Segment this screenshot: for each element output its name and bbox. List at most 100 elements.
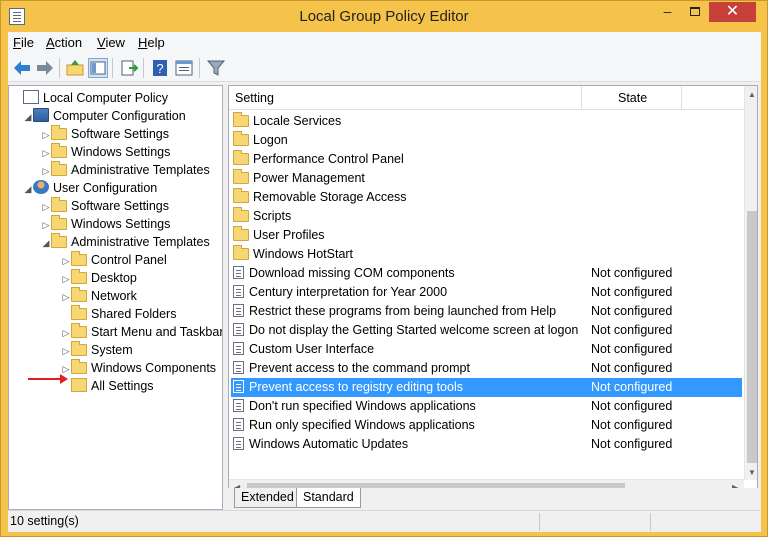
policy-icon: [23, 90, 39, 104]
menu-view[interactable]: View: [97, 35, 125, 50]
properties-icon[interactable]: [174, 58, 194, 78]
tree-node[interactable]: ▷ Software Settings: [41, 125, 169, 143]
setting-row[interactable]: Windows Automatic Updates Not configured: [231, 435, 742, 454]
tree-node[interactable]: ◢ Administrative Templates: [41, 233, 210, 251]
client-area: File Action View Help ? Local Computer P…: [8, 32, 761, 532]
toolbar: ?: [8, 54, 761, 82]
folder-row[interactable]: Performance Control Panel: [231, 150, 742, 169]
tree-node-label: Start Menu and Taskbar: [91, 325, 223, 339]
setting-row-name: Run only specified Windows applications: [233, 416, 475, 435]
vertical-scrollbar[interactable]: ▲ ▼: [744, 86, 757, 480]
tree-pane[interactable]: Local Computer Policy ◢ Computer Configura…: [8, 85, 223, 510]
setting-row[interactable]: Prevent access to the command prompt Not …: [231, 359, 742, 378]
settings-list-pane[interactable]: Setting State Locale Services Logon Perfor…: [228, 85, 758, 510]
export-list-icon[interactable]: [119, 58, 139, 78]
setting-name: Restrict these programs from being launc…: [249, 304, 557, 318]
column-header-setting[interactable]: Setting: [235, 91, 274, 105]
folder-name: User Profiles: [253, 228, 325, 242]
toolbar-separator: [199, 58, 200, 78]
tree-expander-icon[interactable]: ▷: [41, 198, 51, 216]
tree-node[interactable]: ▷ Windows Settings: [41, 143, 170, 161]
scroll-down-arrow-icon[interactable]: ▼: [748, 468, 756, 477]
tree-node[interactable]: ▷ Windows Settings: [41, 215, 170, 233]
tab-standard[interactable]: Standard: [296, 488, 361, 508]
setting-row[interactable]: Download missing COM components Not confi…: [231, 264, 742, 283]
up-folder-icon[interactable]: [65, 58, 85, 78]
tree-node[interactable]: Shared Folders: [61, 305, 176, 323]
setting-row[interactable]: Don't run specified Windows applications…: [231, 397, 742, 416]
setting-row[interactable]: Run only specified Windows applications N…: [231, 416, 742, 435]
status-separator: [650, 513, 651, 531]
tree-expander-icon[interactable]: ◢: [23, 108, 33, 126]
status-text: 10 setting(s): [10, 514, 79, 528]
tree-expander-icon[interactable]: ▷: [61, 342, 71, 360]
menu-help[interactable]: Help: [138, 35, 165, 50]
tree-node[interactable]: ▷ System: [61, 341, 133, 359]
column-separator[interactable]: [681, 86, 682, 110]
folder-icon: [51, 233, 67, 248]
title-bar[interactable]: Local Group Policy Editor – ✕: [1, 1, 767, 32]
tree-expander-icon[interactable]: ▷: [41, 216, 51, 234]
setting-row[interactable]: Century interpretation for Year 2000 Not …: [231, 283, 742, 302]
folder-name: Windows HotStart: [253, 247, 354, 261]
tree-node[interactable]: ▷ Windows Components: [61, 359, 216, 377]
setting-row[interactable]: Custom User Interface Not configured: [231, 340, 742, 359]
folder-row-name: Windows HotStart: [233, 245, 353, 264]
vertical-scroll-thumb[interactable]: [747, 211, 757, 463]
setting-row-name: Prevent access to registry editing tools: [233, 378, 463, 397]
folder-row[interactable]: Windows HotStart: [231, 245, 742, 264]
folder-icon: [71, 287, 87, 302]
folder-row[interactable]: Locale Services: [231, 112, 742, 131]
tree-node[interactable]: ▷ Software Settings: [41, 197, 169, 215]
forward-icon[interactable]: [35, 58, 55, 78]
folder-row-name: Removable Storage Access: [233, 188, 407, 207]
folder-row[interactable]: Removable Storage Access: [231, 188, 742, 207]
folder-row[interactable]: Logon: [231, 131, 742, 150]
tree-expander-icon[interactable]: ▷: [61, 252, 71, 270]
menu-action[interactable]: Action: [46, 35, 82, 50]
tree-expander-icon[interactable]: ▷: [41, 144, 51, 162]
filter-icon[interactable]: [206, 58, 226, 78]
tree-expander-icon[interactable]: ◢: [41, 234, 51, 252]
tree-expander-icon[interactable]: ▷: [41, 126, 51, 144]
column-header-state[interactable]: State: [618, 91, 647, 105]
show-hide-tree-icon[interactable]: [88, 58, 108, 78]
folder-row[interactable]: User Profiles: [231, 226, 742, 245]
setting-name: Windows Automatic Updates: [249, 437, 409, 451]
tree-expander-icon[interactable]: ◢: [23, 180, 33, 198]
tree-node[interactable]: ▷ Start Menu and Taskbar: [61, 323, 223, 342]
back-icon[interactable]: [12, 58, 32, 78]
tab-extended[interactable]: Extended: [234, 488, 301, 508]
tree-node[interactable]: ◢ User Configuration: [23, 179, 157, 197]
tree-node[interactable]: ◢ Computer Configuration: [23, 107, 186, 125]
tree-node-label: Administrative Templates: [71, 163, 210, 177]
tree-expander-icon[interactable]: ▷: [41, 162, 51, 180]
tree-node[interactable]: Local Computer Policy: [13, 89, 168, 107]
column-separator[interactable]: [581, 86, 582, 110]
tree-expander-icon[interactable]: ▷: [61, 288, 71, 306]
menu-file[interactable]: File: [13, 35, 34, 50]
setting-row[interactable]: Prevent access to registry editing tools…: [231, 378, 742, 397]
folder-icon: [233, 112, 249, 127]
setting-row[interactable]: Restrict these programs from being launc…: [231, 302, 742, 321]
folder-row[interactable]: Power Management: [231, 169, 742, 188]
folder-icon: [233, 226, 249, 241]
setting-row-name: Do not display the Getting Started welco…: [233, 321, 578, 340]
tree-node[interactable]: ▷ Control Panel: [61, 251, 167, 269]
setting-name: Do not display the Getting Started welco…: [249, 323, 579, 337]
tree-node[interactable]: ▷ Administrative Templates: [41, 161, 210, 179]
maximize-icon: [689, 7, 700, 16]
tree-expander-icon[interactable]: ▷: [61, 324, 71, 342]
minimize-button[interactable]: –: [654, 2, 681, 22]
setting-row[interactable]: Do not display the Getting Started welco…: [231, 321, 742, 340]
maximize-button[interactable]: [681, 2, 708, 22]
tree-expander-icon[interactable]: ▷: [61, 270, 71, 288]
scroll-up-arrow-icon[interactable]: ▲: [748, 90, 756, 99]
folder-row[interactable]: Scripts: [231, 207, 742, 226]
tree-node[interactable]: All Settings: [61, 377, 154, 395]
policy-setting-icon: [233, 266, 244, 279]
close-button[interactable]: ✕: [709, 2, 756, 22]
help-icon[interactable]: ?: [150, 58, 170, 78]
tree-node[interactable]: ▷ Desktop: [61, 269, 137, 287]
tree-node[interactable]: ▷ Network: [61, 287, 137, 305]
